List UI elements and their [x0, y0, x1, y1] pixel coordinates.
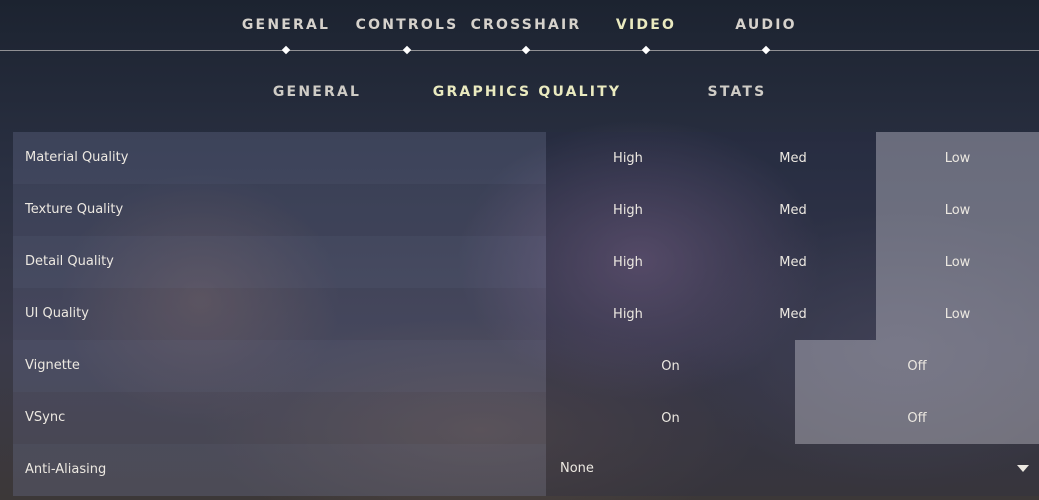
option-on[interactable]: On — [546, 392, 795, 444]
setting-label: Texture Quality — [25, 202, 124, 217]
tab-marker-controls — [402, 45, 412, 55]
option-high[interactable]: High — [546, 288, 710, 340]
dropdown-value: None — [560, 461, 594, 476]
setting-label: UI Quality — [25, 306, 89, 321]
setting-row-vignette: Vignette On Off — [13, 340, 1039, 392]
option-med[interactable]: Med — [710, 288, 876, 340]
tab-video[interactable]: VIDEO — [616, 17, 676, 33]
option-med[interactable]: Med — [710, 132, 876, 184]
anti-aliasing-dropdown[interactable]: None — [546, 444, 1039, 496]
tab-marker-audio — [761, 45, 771, 55]
setting-label: VSync — [25, 410, 66, 425]
setting-row-anti-aliasing: Anti-Aliasing None — [13, 444, 1039, 496]
setting-row-ui-quality: UI Quality High Med Low — [13, 288, 1039, 340]
option-high[interactable]: High — [546, 236, 710, 288]
tab-crosshair[interactable]: CROSSHAIR — [471, 17, 582, 33]
setting-row-texture-quality: Texture Quality High Med Low — [13, 184, 1039, 236]
subtab-graphics-quality[interactable]: GRAPHICS QUALITY — [433, 84, 621, 100]
option-low[interactable]: Low — [876, 288, 1039, 340]
tab-marker-general — [281, 45, 291, 55]
option-low[interactable]: Low — [876, 132, 1039, 184]
setting-label: Material Quality — [25, 150, 129, 165]
option-high[interactable]: High — [546, 132, 710, 184]
nav-divider — [0, 50, 1039, 51]
option-off[interactable]: Off — [795, 340, 1039, 392]
setting-row-material-quality: Material Quality High Med Low — [13, 132, 1039, 184]
option-med[interactable]: Med — [710, 236, 876, 288]
tab-marker-crosshair — [521, 45, 531, 55]
option-high[interactable]: High — [546, 184, 710, 236]
option-on[interactable]: On — [546, 340, 795, 392]
chevron-down-icon[interactable] — [1017, 465, 1029, 472]
tab-general[interactable]: GENERAL — [242, 17, 330, 33]
option-off[interactable]: Off — [795, 392, 1039, 444]
setting-label: Anti-Aliasing — [25, 462, 107, 477]
option-low[interactable]: Low — [876, 184, 1039, 236]
setting-label: Detail Quality — [25, 254, 114, 269]
tab-controls[interactable]: CONTROLS — [356, 17, 459, 33]
top-nav: GENERAL CONTROLS CROSSHAIR VIDEO AUDIO — [0, 0, 1039, 55]
setting-label: Vignette — [25, 358, 80, 373]
tab-marker-video — [641, 45, 651, 55]
option-med[interactable]: Med — [710, 184, 876, 236]
tab-audio[interactable]: AUDIO — [735, 17, 797, 33]
option-low[interactable]: Low — [876, 236, 1039, 288]
subtab-stats[interactable]: STATS — [708, 84, 767, 100]
setting-row-vsync: VSync On Off — [13, 392, 1039, 444]
setting-row-detail-quality: Detail Quality High Med Low — [13, 236, 1039, 288]
subtab-general[interactable]: GENERAL — [273, 84, 361, 100]
